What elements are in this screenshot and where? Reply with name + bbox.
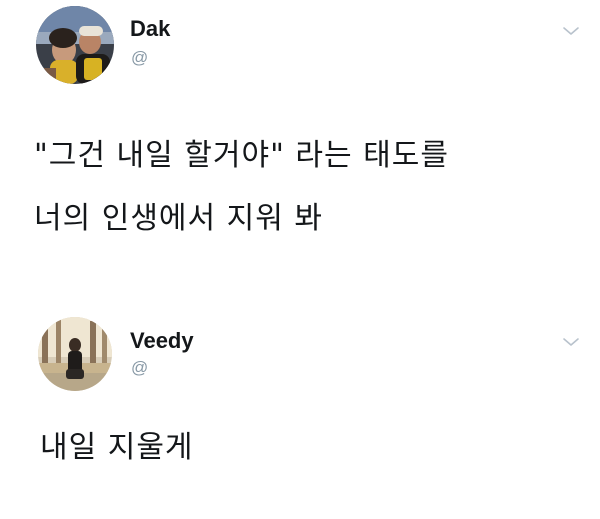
tweet-card: Veedy @ 내일 지울게: [0, 305, 600, 519]
tweet-text-line: 너의 인생에서 지워 봐: [34, 201, 324, 236]
user-handle: @: [131, 358, 148, 378]
avatar-photo: [38, 317, 112, 391]
handle-prefix: @: [131, 48, 149, 67]
tweet-card: Dak @ "그건 내일 할거야" 라는 태도를 너의 인생에서 지워 봐: [0, 0, 600, 300]
handle-prefix: @: [131, 358, 149, 377]
avatar[interactable]: [38, 317, 112, 391]
avatar-photo: [36, 6, 114, 84]
chevron-down-icon[interactable]: [560, 335, 582, 349]
user-handle: @: [131, 48, 148, 68]
avatar[interactable]: [36, 6, 114, 84]
chevron-down-icon[interactable]: [560, 24, 582, 38]
tweet-text-line: 내일 지울게: [40, 430, 194, 465]
tweet-text-line: "그건 내일 할거야" 라는 태도를: [34, 138, 449, 173]
user-name[interactable]: Dak: [130, 16, 170, 42]
user-name[interactable]: Veedy: [130, 328, 194, 354]
